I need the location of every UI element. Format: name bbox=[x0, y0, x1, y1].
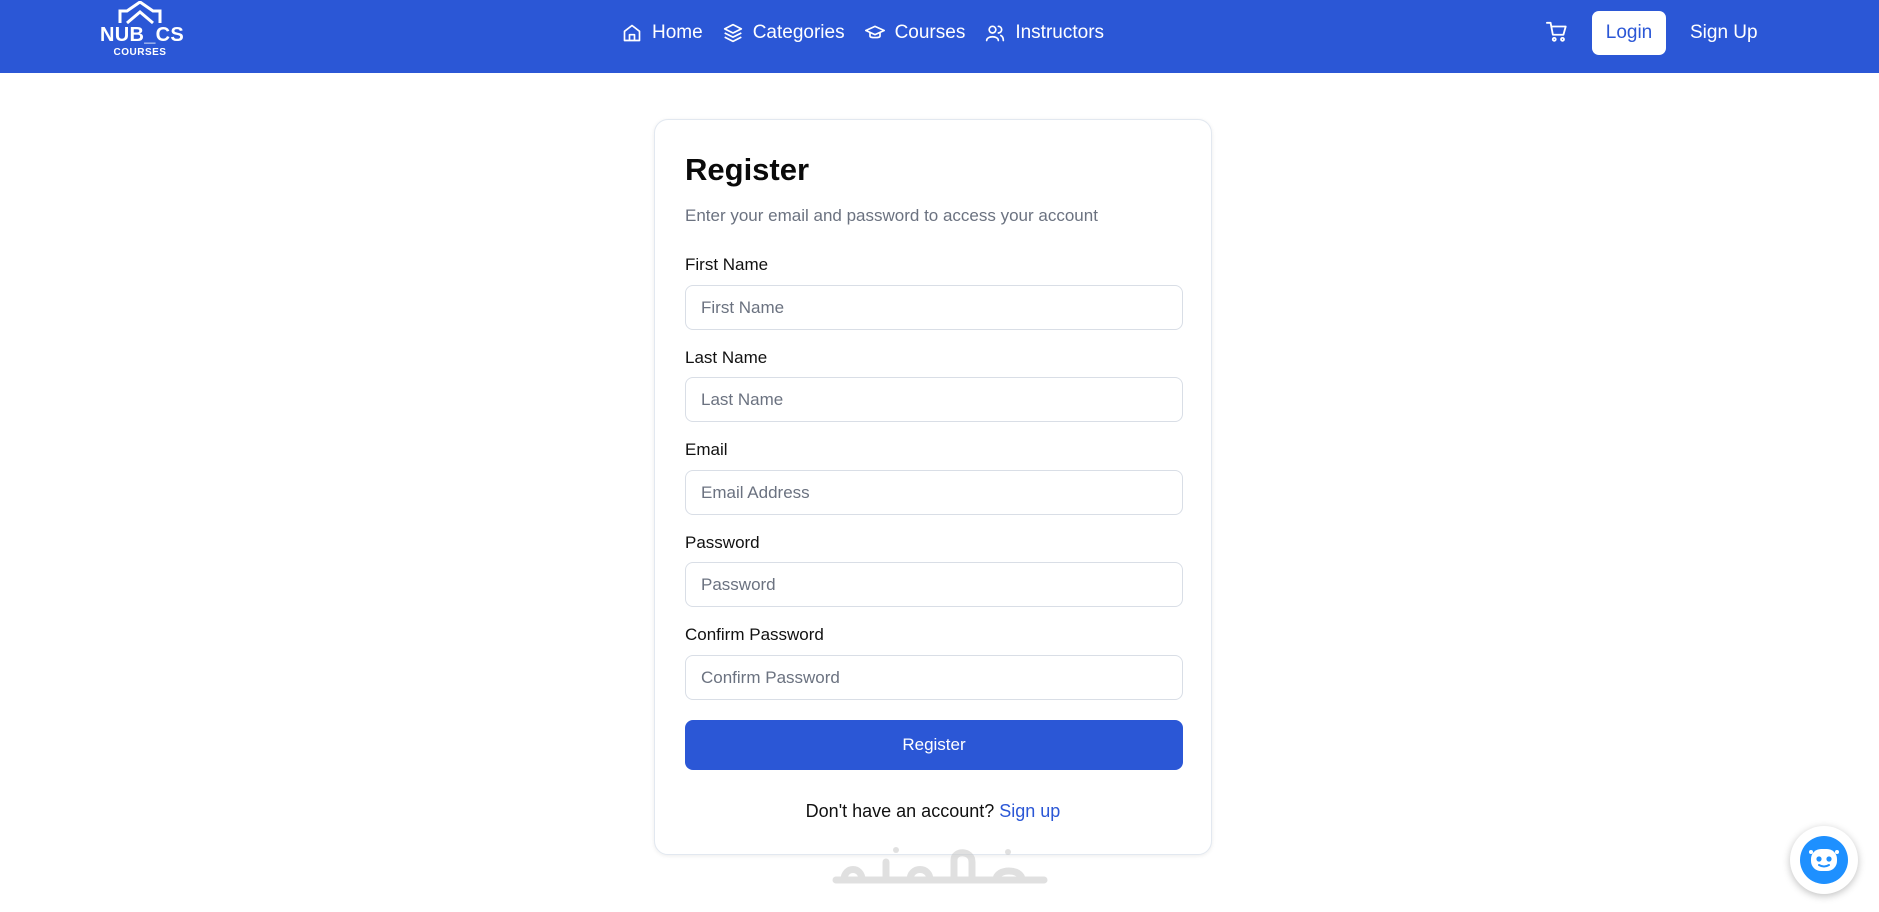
cart-button[interactable] bbox=[1546, 21, 1572, 45]
last-name-input[interactable] bbox=[685, 377, 1183, 422]
users-icon bbox=[986, 25, 1005, 42]
password-input[interactable] bbox=[685, 562, 1183, 607]
layers-icon bbox=[723, 23, 742, 43]
register-button[interactable]: Register bbox=[685, 720, 1183, 770]
graduation-cap-icon bbox=[864, 25, 885, 39]
signup-link[interactable]: Sign Up bbox=[1690, 11, 1758, 55]
first-name-label: First Name bbox=[685, 255, 769, 274]
site-logo[interactable]: NUB_CS COURSES bbox=[100, 0, 185, 62]
last-name-label: Last Name bbox=[685, 348, 768, 367]
confirm-password-label: Confirm Password bbox=[685, 625, 824, 644]
signup-prompt: Don't have an account? Sign up bbox=[655, 801, 1211, 822]
chatbot-button[interactable] bbox=[1790, 826, 1858, 894]
password-label: Password bbox=[685, 533, 760, 552]
email-input[interactable] bbox=[685, 470, 1183, 515]
nav-home[interactable]: Home bbox=[622, 22, 703, 44]
form-subtitle: Enter your email and password to access … bbox=[685, 206, 1098, 225]
nav-courses[interactable]: Courses bbox=[864, 22, 966, 44]
logo-name: NUB_CS bbox=[100, 24, 185, 46]
logo-mark-icon bbox=[118, 1, 162, 25]
nav-instructors-label: Instructors bbox=[1015, 22, 1105, 43]
watermark-logo bbox=[826, 840, 1054, 901]
chatbot-bubble bbox=[1800, 836, 1848, 884]
page-title: Register bbox=[685, 152, 810, 187]
main-nav: Home Categories Courses Instructors bbox=[622, 0, 1124, 66]
confirm-password-input[interactable] bbox=[685, 655, 1183, 700]
nav-categories-label: Categories bbox=[752, 22, 845, 43]
top-navbar: NUB_CS COURSES Home Categories Courses I… bbox=[0, 0, 1879, 73]
register-card: Register Enter your email and password t… bbox=[654, 119, 1212, 855]
home-icon bbox=[623, 24, 641, 42]
logo-subtitle: COURSES bbox=[113, 47, 167, 58]
email-label: Email bbox=[685, 440, 728, 459]
cart-icon bbox=[1546, 21, 1567, 42]
signup-prompt-link[interactable]: Sign up bbox=[999, 801, 1060, 821]
chatbot-icon bbox=[1809, 849, 1839, 871]
nav-categories[interactable]: Categories bbox=[723, 22, 845, 44]
signup-prompt-text: Don't have an account? bbox=[805, 801, 995, 821]
nav-instructors[interactable]: Instructors bbox=[985, 22, 1104, 44]
login-button[interactable]: Login bbox=[1592, 11, 1666, 55]
first-name-input[interactable] bbox=[685, 285, 1183, 330]
nav-courses-label: Courses bbox=[894, 22, 966, 43]
nav-home-label: Home bbox=[652, 22, 703, 43]
